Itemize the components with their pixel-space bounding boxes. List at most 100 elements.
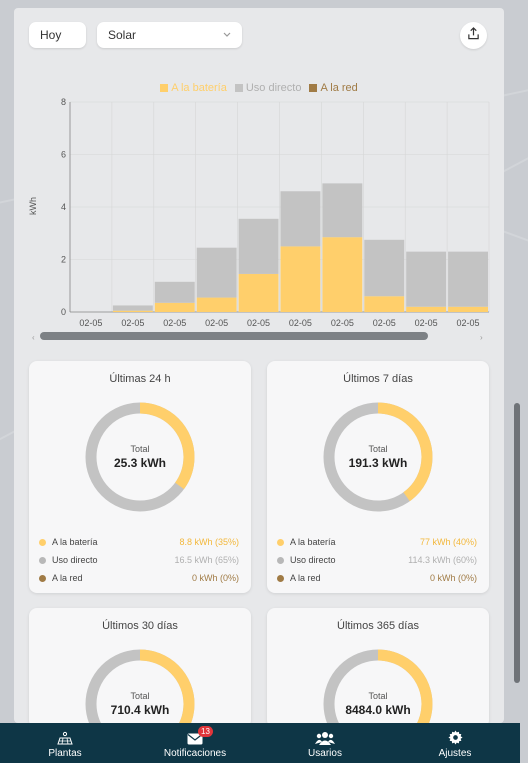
legend-dot: [39, 538, 46, 546]
summary-card: Últimos 30 días Total 710.4 kWh: [29, 608, 251, 728]
breakdown-value: 16.5 kWh (65%): [174, 555, 239, 565]
x-tick-label: 02-05: [373, 318, 396, 328]
period-select[interactable]: Hoy: [29, 22, 86, 48]
donut-center: Total 8484.0 kWh: [322, 648, 434, 728]
chevron-down-icon: [223, 30, 231, 41]
legend-dot: [277, 556, 284, 564]
chart-bar: [280, 246, 321, 312]
chart-bar: [448, 306, 488, 312]
chart-bar: [196, 297, 237, 312]
total-label: Total: [368, 444, 388, 454]
total-value: 710.4 kWh: [110, 703, 170, 717]
scroll-left-arrow: ‹: [32, 333, 35, 342]
x-tick-label: 02-05: [289, 318, 312, 328]
card-title: Últimos 365 días: [337, 620, 419, 632]
chart-bar: [322, 183, 363, 238]
nav-notificaciones[interactable]: 13 Notificaciones: [130, 723, 260, 763]
breakdown-value: 114.3 kWh (60%): [408, 555, 477, 565]
chart-bar: [238, 273, 279, 312]
gear-icon: [447, 730, 463, 745]
x-tick-label: 02-05: [121, 318, 144, 328]
chart-bar: [322, 237, 363, 312]
donut-center: Total 25.3 kWh: [84, 401, 196, 513]
total-value: 8484.0 kWh: [345, 703, 411, 717]
breakdown-row: A la red 0 kWh (0%): [277, 569, 477, 587]
chart-bar: [406, 251, 447, 307]
summary-card: Últimos 7 días Total 191.3 kWh A la bate…: [267, 361, 489, 593]
card-title: Últimas 24 h: [109, 373, 171, 385]
chart-bar: [196, 247, 237, 298]
energy-bar-chart: 0 2 4 6 8 kWh 02-05 02-05 02-05 02-05 02-05 02-05 02…: [28, 97, 490, 342]
breakdown-list: A la batería 8.8 kWh (35%) Uso directo 1…: [39, 533, 239, 587]
scroll-right-arrow: ›: [480, 333, 483, 342]
vertical-scrollbar[interactable]: [514, 403, 520, 683]
breakdown-label: A la red: [290, 573, 321, 583]
breakdown-value: 8.8 kWh (35%): [179, 537, 239, 547]
donut-center: Total 191.3 kWh: [322, 401, 434, 513]
breakdown-label: A la batería: [52, 537, 98, 547]
donut-center: Total 710.4 kWh: [84, 648, 196, 728]
total-label: Total: [368, 691, 388, 701]
card-title: Últimos 7 días: [343, 373, 413, 385]
source-select-label: Solar: [108, 28, 137, 42]
x-tick-label: 02-05: [457, 318, 480, 328]
share-button[interactable]: [460, 22, 487, 49]
chart-bar: [364, 296, 405, 312]
breakdown-label: Uso directo: [290, 555, 336, 565]
breakdown-value: 0 kWh (0%): [429, 573, 477, 583]
chart-bar: [154, 302, 195, 312]
nav-label: Notificaciones: [163, 748, 227, 759]
nav-usuarios[interactable]: Usarios: [260, 723, 390, 763]
chart-bar: [280, 191, 321, 247]
breakdown-row: Uso directo 16.5 kWh (65%): [39, 551, 239, 569]
chart-bar: [448, 251, 488, 307]
source-select[interactable]: Solar: [97, 22, 242, 48]
chart-bar: [112, 310, 153, 312]
x-tick-label: 02-05: [415, 318, 438, 328]
notification-badge: 13: [198, 726, 213, 737]
toolbar: Hoy Solar: [29, 22, 487, 50]
summary-card: Últimos 365 días Total 8484.0 kWh: [267, 608, 489, 728]
total-label: Total: [130, 691, 150, 701]
y-tick-label: 8: [61, 97, 66, 107]
breakdown-label: Uso directo: [52, 555, 98, 565]
bottom-navigation: Plantas 13 Notificaciones Usarios Ajuste…: [0, 723, 520, 763]
y-tick-label: 6: [61, 150, 66, 160]
nav-label: Usarios: [308, 748, 342, 759]
summary-card: Últimas 24 h Total 25.3 kWh A la batería…: [29, 361, 251, 593]
dashboard-panel: Hoy Solar A la batería Uso directo A la …: [14, 8, 520, 728]
energy-chart: 0 2 4 6 8 kWh 02-05 02-05 02-05 02-05 02-05 02-05 02…: [14, 78, 504, 353]
horizontal-scrollbar[interactable]: [40, 332, 428, 340]
total-label: Total: [130, 444, 150, 454]
legend-dot: [39, 574, 46, 582]
breakdown-list: A la batería 77 kWh (40%) Uso directo 11…: [277, 533, 477, 587]
nav-ajustes[interactable]: Ajustes: [390, 723, 520, 763]
x-tick-label: 02-05: [205, 318, 228, 328]
solar-panel-icon: [57, 731, 73, 745]
chart-bar: [364, 239, 405, 297]
users-icon: [315, 732, 335, 745]
breakdown-label: A la batería: [290, 537, 336, 547]
breakdown-row: A la red 0 kWh (0%): [39, 569, 239, 587]
nav-label: Ajustes: [438, 748, 472, 759]
x-tick-label: 02-05: [163, 318, 186, 328]
breakdown-row: A la batería 8.8 kWh (35%): [39, 533, 239, 551]
legend-dot: [277, 574, 284, 582]
breakdown-row: A la batería 77 kWh (40%): [277, 533, 477, 551]
nav-plantas[interactable]: Plantas: [0, 723, 130, 763]
card-title: Últimos 30 días: [102, 620, 178, 632]
share-icon: [467, 26, 480, 45]
breakdown-row: Uso directo 114.3 kWh (60%): [277, 551, 477, 569]
total-value: 25.3 kWh: [113, 456, 167, 470]
chart-bar: [406, 306, 447, 312]
legend-dot: [39, 556, 46, 564]
period-select-label: Hoy: [40, 28, 62, 42]
total-value: 191.3 kWh: [348, 456, 408, 470]
y-tick-label: 2: [61, 255, 66, 265]
breakdown-value: 0 kWh (0%): [191, 573, 239, 583]
chart-bar: [154, 281, 195, 303]
chart-bar: [112, 305, 153, 311]
y-tick-label: 4: [61, 202, 66, 212]
chart-bar: [238, 218, 279, 274]
x-tick-label: 02-05: [79, 318, 102, 328]
